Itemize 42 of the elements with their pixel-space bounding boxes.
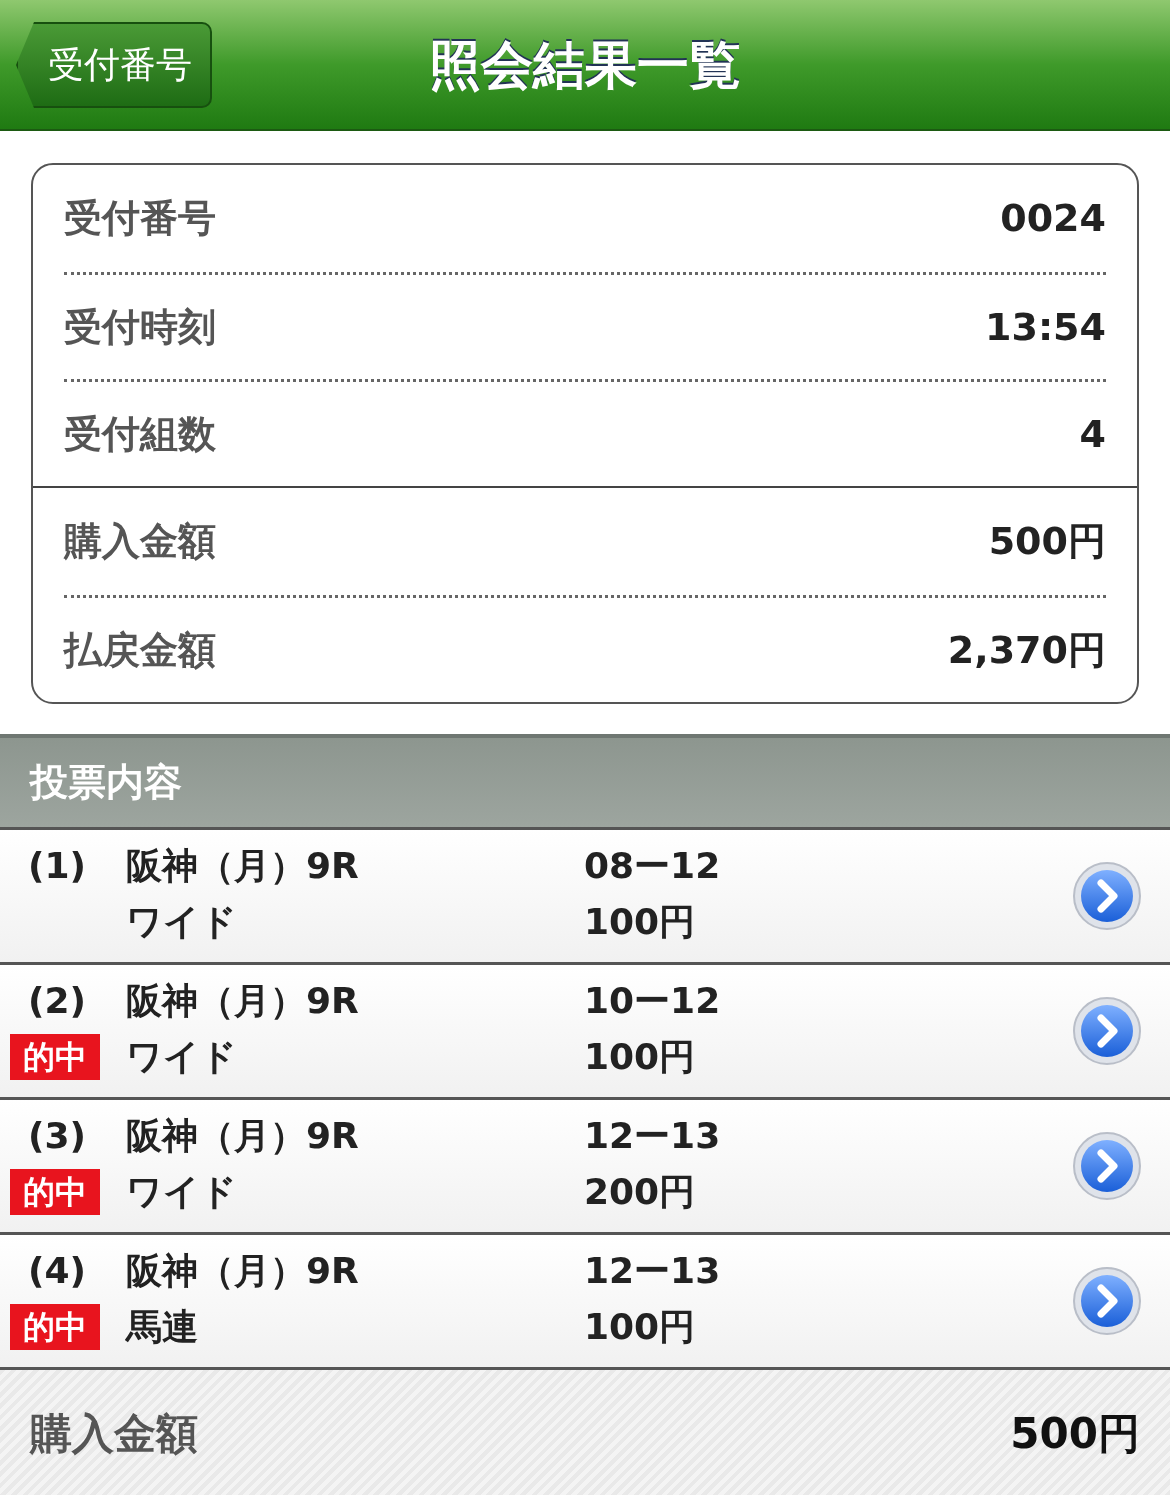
- bet-combination: 08ー12: [584, 844, 722, 888]
- field-value: 13:54: [985, 303, 1106, 351]
- bet-type: ワイド: [126, 1035, 238, 1079]
- field-label: 払戻金額: [64, 626, 216, 674]
- bet-combination: 12ー13: [584, 1114, 722, 1158]
- page-title: 照会結果一覧: [429, 33, 741, 97]
- chevron-right-icon[interactable]: [1072, 861, 1142, 931]
- hit-badge: 的中: [10, 1304, 100, 1350]
- chevron-right-icon[interactable]: [1072, 996, 1142, 1066]
- race-name: 阪神（月）9R: [126, 979, 360, 1023]
- bet-number: (3): [27, 1114, 87, 1158]
- race-name: 阪神（月）9R: [126, 1114, 360, 1158]
- bet-amount: 100円: [584, 1305, 697, 1349]
- bet-number: (2): [27, 979, 87, 1023]
- bet-combination: 12ー13: [584, 1249, 722, 1293]
- field-label: 受付時刻: [64, 303, 216, 351]
- field-value: 4: [1079, 410, 1106, 458]
- field-label: 受付組数: [64, 410, 216, 458]
- bet-amount: 100円: [584, 1035, 697, 1079]
- bet-type: 馬連: [126, 1305, 199, 1349]
- bet-number: (1): [27, 844, 87, 888]
- race-name: 阪神（月）9R: [126, 1249, 360, 1293]
- bet-type: ワイド: [126, 900, 238, 944]
- race-name: 阪神（月）9R: [126, 844, 360, 888]
- section-header: 投票内容: [0, 734, 1170, 830]
- field-label: 受付番号: [64, 195, 216, 242]
- bet-amount: 100円: [584, 900, 697, 944]
- hit-badge: 的中: [10, 1169, 100, 1215]
- field-value: 0024: [1000, 195, 1106, 242]
- field-value: 2,370円: [947, 626, 1106, 674]
- total-label: 購入金額: [30, 1408, 198, 1460]
- back-button[interactable]: 受付番号: [16, 22, 212, 108]
- bet-number: (4): [27, 1249, 87, 1293]
- chevron-right-icon[interactable]: [1072, 1131, 1142, 1201]
- hit-badge: 的中: [10, 1034, 100, 1080]
- bet-combination: 10ー12: [584, 979, 722, 1023]
- total-value: 500円: [1010, 1408, 1140, 1460]
- field-label: 購入金額: [64, 518, 216, 565]
- field-value: 500円: [988, 518, 1106, 565]
- bet-amount: 200円: [584, 1170, 697, 1214]
- bet-type: ワイド: [126, 1170, 238, 1214]
- chevron-right-icon[interactable]: [1072, 1266, 1142, 1336]
